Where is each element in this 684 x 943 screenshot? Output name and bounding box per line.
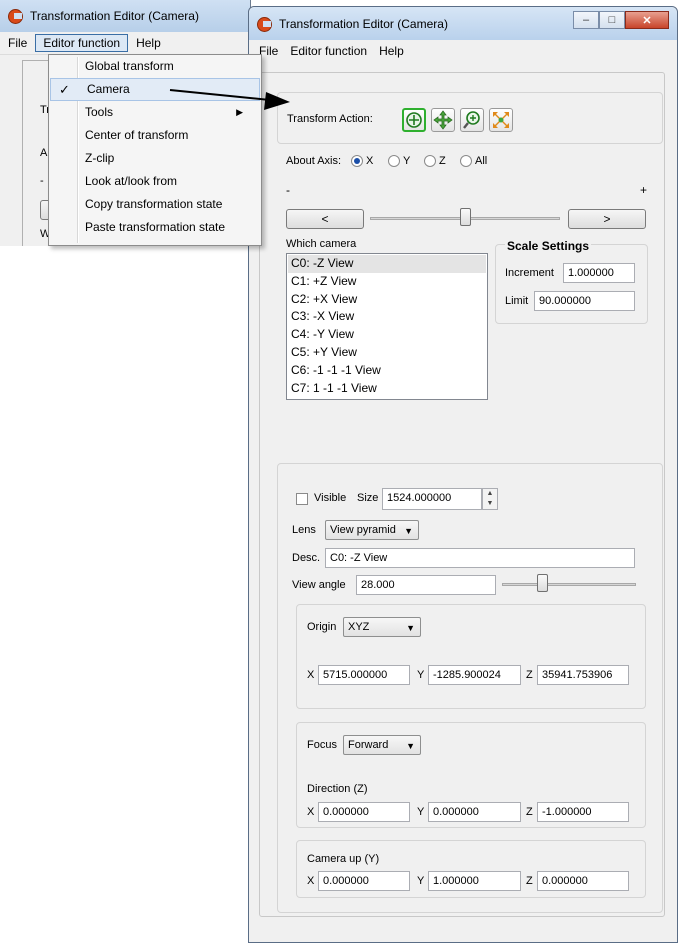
callout-arrow: [169, 89, 290, 110]
